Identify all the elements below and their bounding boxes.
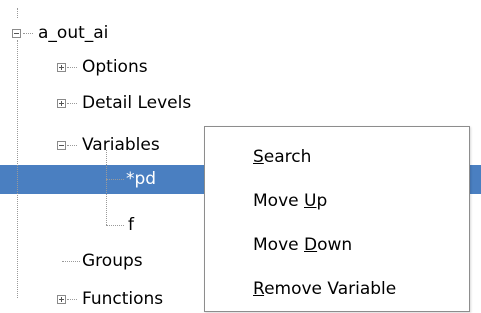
menu-item-move-up[interactable]: Move Up	[205, 179, 469, 223]
menu-item-text: earch	[263, 147, 312, 167]
tree-node-variables[interactable]: Variables	[0, 131, 204, 159]
tree-node-detail-levels[interactable]: Detail Levels	[0, 89, 240, 117]
tree-node-label: a_out_ai	[38, 23, 109, 43]
menu-item-remove-variable[interactable]: Remove Variable	[205, 267, 469, 311]
tree-node-f[interactable]: f	[0, 211, 204, 239]
menu-item-text: own	[317, 235, 353, 255]
tree-node-label: f	[128, 215, 134, 235]
tree-node-pd[interactable]: *pd	[0, 165, 204, 193]
menu-item-text: Move	[253, 191, 304, 211]
tree-node-label: Functions	[82, 289, 164, 309]
expand-icon[interactable]	[57, 295, 66, 304]
menu-item-move-down[interactable]: Move Down	[205, 223, 469, 267]
mnemonic: D	[304, 235, 318, 255]
collapse-icon[interactable]	[57, 141, 66, 150]
mnemonic: U	[304, 191, 317, 211]
tree-line	[17, 8, 18, 18]
tree-node-label: Groups	[82, 251, 143, 271]
menu-item-text: emove Variable	[264, 279, 397, 299]
mnemonic: R	[253, 279, 265, 299]
tree-node-label: Detail Levels	[82, 93, 192, 113]
tree-node-functions[interactable]: Functions	[0, 285, 204, 313]
tree-node-label: Options	[82, 57, 148, 77]
menu-item-text: p	[316, 191, 328, 211]
expand-icon[interactable]	[57, 99, 66, 108]
tree-node-groups[interactable]: Groups	[0, 247, 204, 275]
tree-node-options[interactable]: Options	[0, 53, 200, 81]
mnemonic: S	[253, 147, 264, 167]
tree-node-label: *pd	[126, 169, 157, 189]
tree-node-root[interactable]: a_out_ai	[0, 19, 160, 47]
menu-item-text: Move	[253, 235, 304, 255]
collapse-icon[interactable]	[12, 29, 21, 38]
tree-node-label: Variables	[82, 135, 160, 155]
menu-item-search[interactable]: Search	[205, 135, 469, 179]
context-menu: Search Move Up Move Down Remove Variable	[204, 126, 470, 312]
expand-icon[interactable]	[57, 63, 66, 72]
